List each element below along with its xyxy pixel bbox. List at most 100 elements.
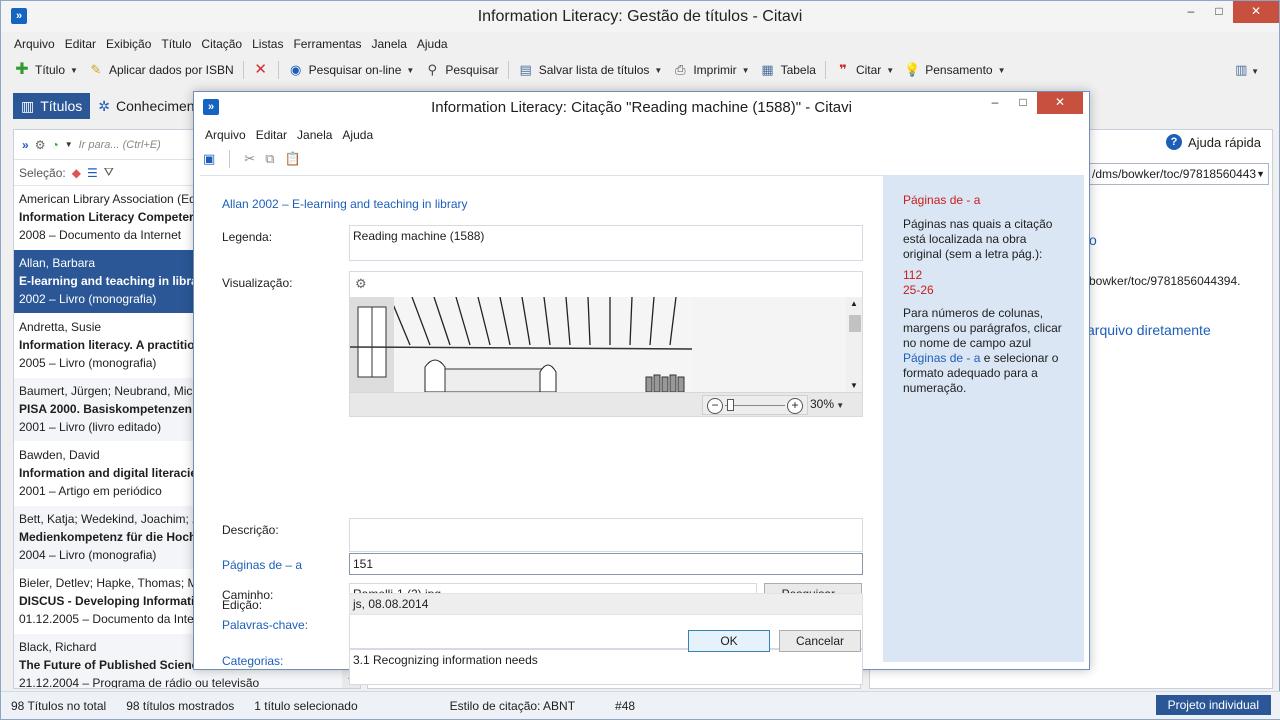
project-badge[interactable]: Projeto individual bbox=[1155, 695, 1271, 715]
paginas-label[interactable]: Páginas de – a bbox=[222, 558, 302, 572]
filter-icon[interactable]: ⛛ bbox=[104, 165, 114, 180]
copy-icon[interactable]: ⧉ bbox=[265, 151, 274, 167]
descricao-field[interactable] bbox=[349, 518, 863, 552]
preview-scrollbar[interactable]: ▲ ▼ bbox=[846, 297, 862, 392]
thought-label: Pensamento bbox=[925, 63, 993, 77]
maximize-button[interactable]: □ bbox=[1205, 1, 1233, 23]
url-dropdown[interactable]: /dms/bowker/toc/97818560443 ▼ bbox=[1087, 163, 1269, 185]
help-text-2: Para números de colunas, margens ou pará… bbox=[903, 306, 1064, 396]
scroll-thumb[interactable] bbox=[849, 315, 861, 332]
print-button[interactable]: ⎙ Imprimir ▼ bbox=[667, 59, 754, 81]
main-toolbar: ✚ Título ▼ ✎ Aplicar dados por ISBN ✕ ◉ … bbox=[9, 58, 1011, 82]
zoom-level-dropdown[interactable]: 30% ▼ bbox=[810, 397, 844, 411]
menu-arquivo[interactable]: Arquivo bbox=[200, 126, 251, 144]
close-button[interactable]: ✕ bbox=[1233, 1, 1279, 23]
help-text-part: Para números de colunas, margens ou pará… bbox=[903, 306, 1062, 350]
gear-icon[interactable]: ⚙ bbox=[355, 276, 367, 292]
cite-label: Citar bbox=[855, 63, 882, 77]
quote-icon: ❞ bbox=[839, 62, 847, 77]
help-heading: Páginas de - a bbox=[903, 193, 981, 207]
zoom-slider: − + bbox=[702, 395, 808, 415]
quick-help-link[interactable]: ? Ajuda rápida bbox=[1166, 134, 1261, 150]
paginas-field[interactable]: 151 bbox=[349, 553, 863, 575]
left-tabs: ▥ Títulos ✲ Conhecimen bbox=[13, 93, 203, 119]
zoom-in-icon[interactable]: + bbox=[787, 398, 803, 414]
tab-titulos[interactable]: ▥ Títulos bbox=[13, 93, 91, 119]
layout-toggle-icon[interactable]: ▥ ▼ bbox=[1235, 62, 1259, 78]
menu-editar[interactable]: Editar bbox=[60, 35, 101, 53]
menu-citacao[interactable]: Citação bbox=[196, 35, 247, 53]
close-button[interactable]: ✕ bbox=[1037, 92, 1083, 114]
ok-button[interactable]: OK bbox=[688, 630, 770, 652]
select-list-icon[interactable]: ☰ bbox=[87, 166, 98, 180]
help-example: 25-26 bbox=[903, 283, 934, 297]
delete-button[interactable]: ✕ bbox=[248, 59, 274, 81]
list-save-icon: ▤ bbox=[519, 62, 532, 77]
books-icon: ▥ bbox=[21, 97, 35, 114]
main-window-title: Information Literacy: Gestão de títulos … bbox=[477, 8, 803, 25]
menu-ferramentas[interactable]: Ferramentas bbox=[288, 35, 366, 53]
zoom-track[interactable] bbox=[725, 405, 785, 406]
menu-janela[interactable]: Janela bbox=[367, 35, 412, 53]
categorias-field[interactable]: 3.1 Recognizing information needs bbox=[349, 649, 863, 685]
status-selected: 1 título selecionado bbox=[254, 698, 358, 713]
toolbar-separator bbox=[229, 150, 231, 168]
source-reference-link[interactable]: Allan 2002 – E-learning and teaching in … bbox=[222, 197, 468, 211]
online-search-button[interactable]: ◉ Pesquisar on-line ▼ bbox=[283, 59, 420, 81]
search-button[interactable]: ⚲ Pesquisar bbox=[419, 59, 503, 81]
scroll-down-icon[interactable]: ▼ bbox=[846, 381, 862, 390]
chevron-down-icon[interactable]: ▼ bbox=[65, 140, 73, 149]
open-file-link[interactable]: arquivo diretamente bbox=[1087, 322, 1211, 338]
table-icon: ▦ bbox=[761, 62, 774, 77]
goto-input[interactable]: Ir para... (Ctrl+E) bbox=[79, 139, 161, 151]
tab-conhecimento[interactable]: ✲ Conhecimen bbox=[90, 93, 202, 119]
palavras-chave-label[interactable]: Palavras-chave: bbox=[222, 618, 308, 632]
search-icon: ⚲ bbox=[427, 62, 438, 77]
thought-button[interactable]: 💡 Pensamento ▼ bbox=[899, 59, 1010, 81]
paste-icon[interactable]: 📋 bbox=[285, 151, 301, 167]
menu-janela[interactable]: Janela bbox=[292, 126, 337, 144]
tab-conhecimento-label: Conhecimen bbox=[115, 98, 195, 114]
main-menubar: Arquivo Editar Exibição Título Citação L… bbox=[9, 35, 453, 53]
isbn-button[interactable]: ✎ Aplicar dados por ISBN bbox=[83, 59, 239, 81]
expand-icon[interactable]: » bbox=[22, 138, 29, 152]
field-help-panel: Páginas de - a Páginas nas quais a citaç… bbox=[883, 175, 1084, 662]
quick-help-label: Ajuda rápida bbox=[1188, 134, 1261, 150]
save-list-button[interactable]: ▤ Salvar lista de títulos ▼ bbox=[513, 59, 668, 81]
menu-arquivo[interactable]: Arquivo bbox=[9, 35, 60, 53]
maximize-button[interactable]: □ bbox=[1009, 92, 1037, 114]
menu-ajuda[interactable]: Ajuda bbox=[412, 35, 453, 53]
zoom-handle[interactable] bbox=[727, 399, 734, 411]
plus-icon: ✚ bbox=[15, 61, 29, 78]
minimize-button[interactable]: – bbox=[981, 92, 1009, 114]
menu-titulo[interactable]: Título bbox=[156, 35, 196, 53]
select-icon[interactable]: ◆ bbox=[72, 166, 81, 180]
table-button[interactable]: ▦ Tabela bbox=[755, 59, 821, 81]
preview-viewport[interactable] bbox=[350, 297, 846, 392]
status-citation-style[interactable]: Estilo de citação: ABNT bbox=[440, 699, 585, 713]
help-field-link[interactable]: Páginas de - a bbox=[903, 351, 980, 365]
menu-ajuda[interactable]: Ajuda bbox=[337, 126, 378, 144]
menu-editar[interactable]: Editar bbox=[251, 126, 292, 144]
save-icon[interactable]: ▣ bbox=[203, 151, 215, 167]
zoom-out-icon[interactable]: − bbox=[707, 398, 723, 414]
cut-icon[interactable]: ✂ bbox=[244, 151, 255, 167]
legenda-field[interactable]: Reading machine (1588) bbox=[349, 225, 863, 261]
scroll-up-icon[interactable]: ▲ bbox=[846, 299, 862, 308]
minimize-button[interactable]: – bbox=[1177, 1, 1205, 23]
status-bar: 98 Títulos no total 98 títulos mostrados… bbox=[1, 691, 1280, 719]
cancel-button[interactable]: Cancelar bbox=[779, 630, 861, 652]
dialog-titlebar[interactable]: » Information Literacy: Citação "Reading… bbox=[194, 92, 1089, 122]
right-pane-link[interactable]: o bbox=[1089, 232, 1097, 248]
categorias-label[interactable]: Categorias: bbox=[222, 654, 283, 668]
cite-button[interactable]: ❞ Citar ▼ bbox=[830, 59, 899, 81]
menu-exibicao[interactable]: Exibição bbox=[101, 35, 156, 53]
magic-wand-icon: ✎ bbox=[90, 62, 102, 77]
dialog-menubar: Arquivo Editar Janela Ajuda bbox=[200, 126, 378, 144]
delete-x-icon: ✕ bbox=[254, 61, 267, 78]
history-icon[interactable]: ◔ bbox=[51, 138, 58, 152]
add-title-button[interactable]: ✚ Título ▼ bbox=[9, 59, 83, 81]
main-titlebar[interactable]: » Information Literacy: Gestão de título… bbox=[1, 1, 1279, 32]
menu-listas[interactable]: Listas bbox=[247, 35, 288, 53]
gear-icon[interactable]: ⚙ bbox=[35, 138, 46, 152]
